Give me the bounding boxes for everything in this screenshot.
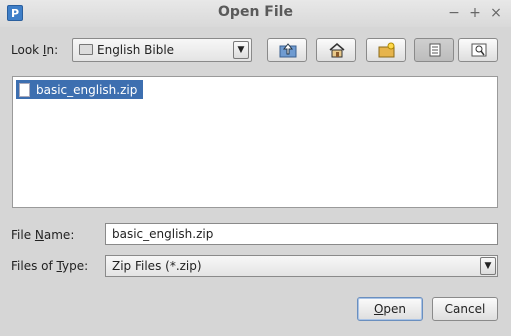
up-folder-icon <box>279 43 297 58</box>
new-folder-icon <box>378 42 395 58</box>
file-icon <box>19 82 30 97</box>
file-name: basic_english.zip <box>36 82 138 97</box>
window-title: Open File <box>218 4 293 20</box>
new-folder-button[interactable] <box>366 38 406 62</box>
up-one-level-button[interactable] <box>267 38 307 62</box>
look-in-value: English Bible <box>97 43 175 57</box>
list-view-button[interactable] <box>414 38 454 62</box>
list-item[interactable]: basic_english.zip <box>16 80 144 99</box>
files-of-type-label: Files of Type: <box>11 259 89 273</box>
title-bar: P Open File − + × <box>0 0 511 27</box>
list-view-icon <box>429 43 441 57</box>
close-button[interactable]: × <box>488 4 504 22</box>
minimize-button[interactable]: − <box>446 4 462 22</box>
details-view-button[interactable] <box>458 38 498 62</box>
chevron-down-icon[interactable]: ▼ <box>480 257 496 275</box>
look-in-combo[interactable]: English Bible ▼ <box>72 38 252 62</box>
chevron-down-icon[interactable]: ▼ <box>233 41 249 59</box>
files-of-type-value: Zip Files (*.zip) <box>112 259 202 273</box>
file-name-label: File Name: <box>11 228 75 242</box>
home-button[interactable] <box>316 38 356 62</box>
maximize-button[interactable]: + <box>467 4 483 22</box>
files-of-type-combo[interactable]: Zip Files (*.zip) ▼ <box>105 255 498 277</box>
file-name-field[interactable]: basic_english.zip <box>105 223 498 245</box>
home-icon <box>329 43 345 58</box>
look-in-label: Look In: <box>11 43 59 57</box>
open-button[interactable]: Open <box>357 297 423 321</box>
folder-icon <box>79 44 93 55</box>
details-view-icon <box>471 43 487 57</box>
file-list[interactable]: basic_english.zip <box>12 76 498 208</box>
cancel-button[interactable]: Cancel <box>432 297 498 321</box>
